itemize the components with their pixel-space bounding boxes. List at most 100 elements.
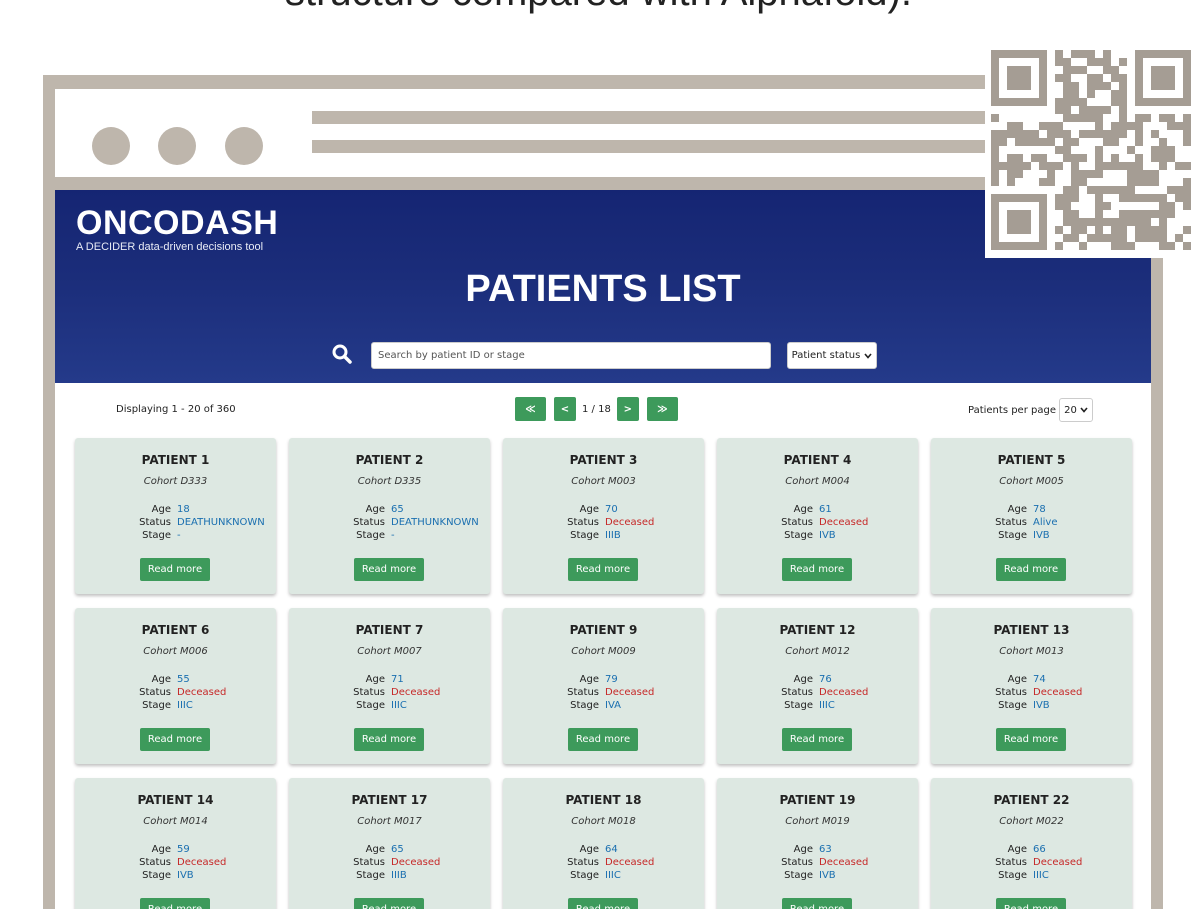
prev-page-button[interactable]: < [554, 397, 576, 421]
patient-fields: Age 74 Status Deceased Stage IVB [931, 673, 1132, 712]
patient-fields: Age 66 Status Deceased Stage IIIC [931, 843, 1132, 882]
per-page-select[interactable]: 20 [1058, 398, 1093, 422]
age-value: 55 [177, 674, 190, 685]
patient-card: PATIENT 5 Cohort M005 Age 78 Status Alive Stag… [931, 438, 1132, 594]
stage-value: IVB [177, 870, 194, 881]
search-input[interactable] [371, 342, 771, 369]
patient-cohort: Cohort M014 [143, 816, 208, 827]
age-label: Age [151, 844, 171, 855]
patient-name: PATIENT 14 [137, 793, 214, 807]
status-value: DEATHUNKNOWN [391, 517, 479, 528]
status-value: Deceased [1033, 857, 1083, 868]
read-more-button[interactable]: Read more [782, 898, 852, 909]
patient-cohort: Cohort M006 [143, 646, 208, 657]
search-icon[interactable] [332, 344, 352, 368]
patient-name: PATIENT 17 [351, 793, 428, 807]
per-page-control: Patients per page 20 [968, 398, 1093, 422]
age-label: Age [365, 674, 385, 685]
patient-fields: Age 79 Status Deceased Stage IVA [503, 673, 704, 712]
stage-value: IIIC [605, 870, 621, 881]
patient-name: PATIENT 12 [779, 623, 856, 637]
last-page-button[interactable]: ≫ [646, 397, 678, 421]
patient-name: PATIENT 1 [141, 453, 210, 467]
age-label: Age [151, 674, 171, 685]
stage-value: IIIC [177, 700, 193, 711]
stage-label: Stage [142, 870, 171, 881]
patient-name: PATIENT 9 [569, 623, 638, 637]
read-more-button[interactable]: Read more [140, 558, 210, 581]
page-title: PATIENTS LIST [465, 268, 741, 310]
status-label: Status [139, 687, 171, 698]
status-value: Deceased [391, 857, 441, 868]
stage-label: Stage [784, 700, 813, 711]
read-more-button[interactable]: Read more [996, 898, 1066, 909]
first-page-button[interactable]: ≪ [515, 397, 546, 421]
patient-cohort: Cohort M017 [357, 816, 422, 827]
patient-card: PATIENT 22 Cohort M022 Age 66 Status Deceased… [931, 778, 1132, 909]
stage-label: Stage [784, 530, 813, 541]
patient-cohort: Cohort M005 [999, 476, 1064, 487]
age-value: 74 [1033, 674, 1046, 685]
status-value: Deceased [177, 857, 227, 868]
read-more-button[interactable]: Read more [782, 558, 852, 581]
patient-fields: Age 70 Status Deceased Stage IIIB [503, 503, 704, 542]
patient-fields: Age 78 Status Alive Stage IVB [931, 503, 1132, 542]
status-label: Status [995, 857, 1027, 868]
status-label: Status [995, 687, 1027, 698]
status-label: Status [353, 687, 385, 698]
stage-value: IIIB [605, 530, 621, 541]
age-label: Age [365, 844, 385, 855]
age-value: 59 [177, 844, 190, 855]
age-label: Age [579, 504, 599, 515]
window-dot-icon [158, 127, 196, 165]
status-label: Status [781, 517, 813, 528]
read-more-button[interactable]: Read more [996, 728, 1066, 751]
qr-code[interactable] [985, 42, 1197, 258]
window-dot-icon [225, 127, 263, 165]
status-label: Status [567, 857, 599, 868]
patient-fields: Age 76 Status Deceased Stage IIIC [717, 673, 918, 712]
status-label: Status [353, 517, 385, 528]
patient-cohort: Cohort M007 [357, 646, 422, 657]
patient-cohort: Cohort D333 [143, 476, 208, 487]
patient-cohort: Cohort M004 [785, 476, 850, 487]
age-label: Age [579, 844, 599, 855]
per-page-selected: 20 [1064, 404, 1077, 416]
age-value: 61 [819, 504, 832, 515]
stage-value: - [391, 530, 395, 541]
read-more-button[interactable]: Read more [140, 728, 210, 751]
read-more-button[interactable]: Read more [568, 558, 638, 581]
read-more-button[interactable]: Read more [996, 558, 1066, 581]
read-more-button[interactable]: Read more [568, 728, 638, 751]
list-controls: Displaying 1 - 20 of 360 ≪ < 1 / 18 > ≫ … [55, 383, 1151, 433]
age-value: 65 [391, 844, 404, 855]
patient-name: PATIENT 22 [993, 793, 1070, 807]
read-more-button[interactable]: Read more [140, 898, 210, 909]
next-page-button[interactable]: > [616, 397, 639, 421]
patient-fields: Age 65 Status Deceased Stage IIIB [289, 843, 490, 882]
logo[interactable]: ONCODASH A DECIDER data-driven decisions… [76, 206, 278, 253]
patient-card: PATIENT 4 Cohort M004 Age 61 Status Deceased S… [717, 438, 918, 594]
patient-card: PATIENT 7 Cohort M007 Age 71 Status Deceased S… [289, 608, 490, 764]
stage-label: Stage [570, 700, 599, 711]
read-more-button[interactable]: Read more [782, 728, 852, 751]
read-more-button[interactable]: Read more [354, 728, 424, 751]
status-value: Deceased [819, 687, 869, 698]
stage-label: Stage [142, 700, 171, 711]
age-value: 70 [605, 504, 618, 515]
stage-value: IVB [1033, 700, 1050, 711]
read-more-button[interactable]: Read more [354, 558, 424, 581]
patient-cohort: Cohort M022 [999, 816, 1064, 827]
age-label: Age [1007, 674, 1027, 685]
read-more-button[interactable]: Read more [354, 898, 424, 909]
patient-name: PATIENT 3 [569, 453, 638, 467]
status-label: Status [139, 857, 171, 868]
age-value: 76 [819, 674, 832, 685]
patient-cohort: Cohort D335 [357, 476, 422, 487]
status-value: DEATHUNKNOWN [177, 517, 265, 528]
patient-card: PATIENT 3 Cohort M003 Age 70 Status Deceased S… [503, 438, 704, 594]
read-more-button[interactable]: Read more [568, 898, 638, 909]
patient-status-select[interactable]: Patient status [787, 342, 877, 369]
pagination: ≪ < 1 / 18 > ≫ [515, 397, 686, 421]
patient-name: PATIENT 2 [355, 453, 424, 467]
